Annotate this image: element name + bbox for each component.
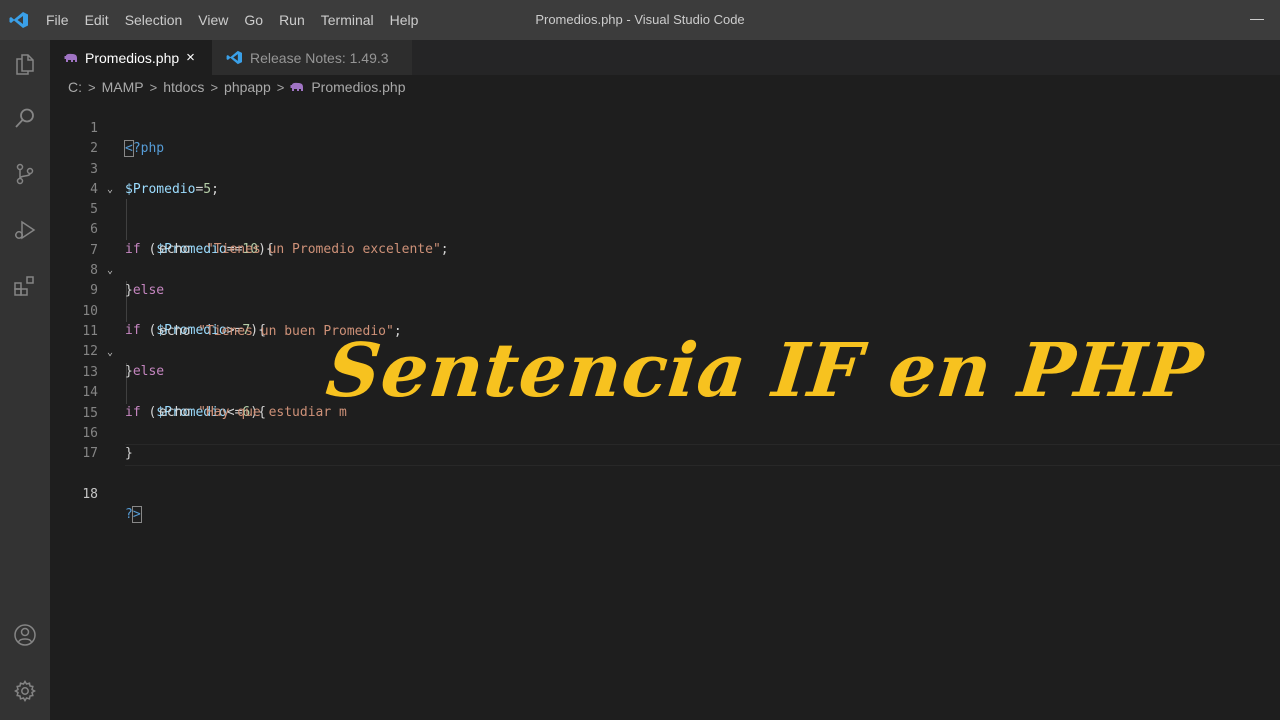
minimize-button[interactable] <box>1250 19 1264 20</box>
menu-bar: File Edit Selection View Go Run Terminal… <box>38 0 426 40</box>
menu-selection[interactable]: Selection <box>117 0 191 40</box>
breadcrumb-item[interactable]: phpapp <box>224 79 271 95</box>
code-line: 7 <box>50 221 1280 258</box>
php-elephant-icon <box>64 53 77 62</box>
breadcrumb-item[interactable]: MAMP <box>102 79 144 95</box>
code-line: 3 $Promedio=5; <box>50 140 1280 197</box>
breadcrumb-item[interactable]: Promedios.php <box>311 79 405 95</box>
code-line: 17 <box>50 424 1280 461</box>
current-line-highlight <box>125 444 1280 466</box>
menu-terminal[interactable]: Terminal <box>313 0 382 40</box>
chevron-right-icon: > <box>88 79 96 95</box>
code-line: 11 <box>50 302 1280 339</box>
code-line: 5 ⌄ if ($Promedio==10){ <box>50 180 1280 257</box>
code-line: 1 <?php <box>50 99 1280 157</box>
php-elephant-icon <box>290 82 304 91</box>
search-icon[interactable] <box>13 106 37 130</box>
code-line: 8 }else <box>50 241 1280 298</box>
menu-run[interactable]: Run <box>271 0 313 40</box>
title-bar: File Edit Selection View Go Run Terminal… <box>0 0 1280 40</box>
code-line-current: 18 ?> <box>50 444 1280 523</box>
vscode-logo-icon <box>9 12 28 28</box>
chevron-right-icon: > <box>210 79 219 95</box>
editor-tabs: Promedios.php × Release Notes: 1.49.3 <box>50 40 1280 75</box>
close-icon[interactable]: × <box>186 49 195 66</box>
tab-label: Promedios.php <box>85 49 180 66</box>
explorer-icon[interactable] <box>13 52 37 76</box>
code-line: 4 <box>50 160 1280 197</box>
account-icon[interactable] <box>13 623 37 647</box>
fold-chevron-icon[interactable]: ⌄ <box>107 180 113 200</box>
menu-go[interactable]: Go <box>236 0 271 40</box>
menu-view[interactable]: View <box>190 0 236 40</box>
code-line: 2 <box>50 119 1280 156</box>
gear-icon[interactable] <box>13 679 37 703</box>
source-control-icon[interactable] <box>13 162 37 186</box>
code-line: 6 echo "Tienes un Promedio excelente"; <box>50 200 1280 257</box>
code-line: 9 ⌄ if ($Promedio>=7){ <box>50 261 1280 338</box>
menu-file[interactable]: File <box>38 0 77 40</box>
fold-chevron-icon[interactable]: ⌄ <box>107 261 113 281</box>
chevron-right-icon: > <box>149 79 158 95</box>
breadcrumb: C: > MAMP > htdocs > phpapp > Promedios.… <box>50 75 1280 99</box>
run-debug-icon[interactable] <box>13 218 37 242</box>
line-number: 18 <box>82 487 98 502</box>
chevron-right-icon: > <box>276 79 285 95</box>
tab-promedios-php[interactable]: Promedios.php × <box>50 40 212 75</box>
tab-label: Release Notes: 1.49.3 <box>250 49 389 66</box>
code-text: ?> <box>125 506 142 523</box>
activity-bar <box>0 40 50 720</box>
extensions-icon[interactable] <box>13 274 37 298</box>
code-line: 10 echo "Tienes un buen Promedio"; <box>50 282 1280 339</box>
menu-help[interactable]: Help <box>382 0 427 40</box>
breadcrumb-item[interactable]: C: <box>68 79 82 95</box>
fold-chevron-icon[interactable]: ⌄ <box>107 343 113 363</box>
menu-edit[interactable]: Edit <box>77 0 117 40</box>
breadcrumb-item[interactable]: htdocs <box>163 79 204 95</box>
video-title-overlay: Sentencia IF en PHP <box>322 328 1208 414</box>
vscode-logo-icon <box>226 50 242 65</box>
tab-release-notes[interactable]: Release Notes: 1.49.3 <box>212 40 412 75</box>
